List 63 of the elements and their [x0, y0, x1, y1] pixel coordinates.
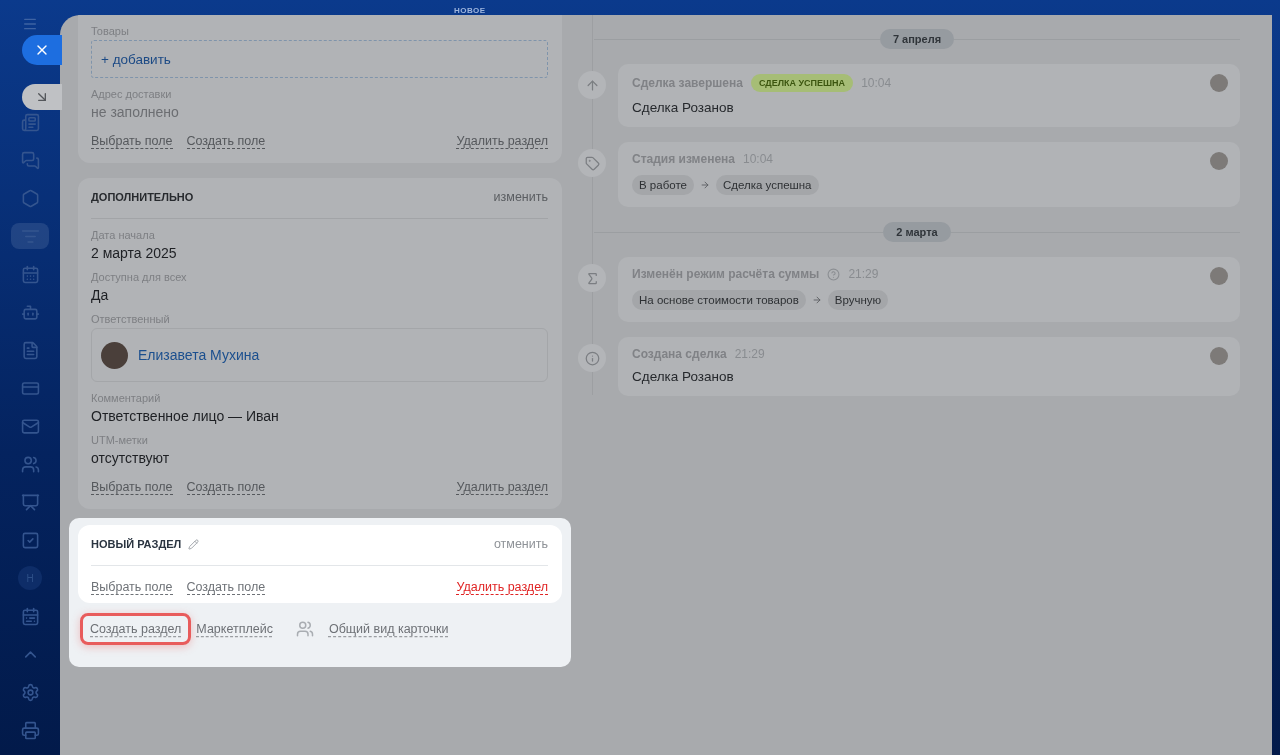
- avatar: [1210, 152, 1228, 170]
- robot-icon: [20, 302, 40, 322]
- calendar-list-icon: [20, 606, 40, 626]
- stage-chip: Сделка успешна: [715, 175, 819, 195]
- stage-chip: На основе стоимости товаров: [632, 290, 806, 310]
- field-value: отсутствуют: [91, 450, 171, 466]
- user-link[interactable]: Елизавета Мухина: [138, 347, 260, 363]
- close-button[interactable]: [22, 35, 62, 65]
- footer-link[interactable]: Маркетплейс: [196, 622, 273, 636]
- user-field[interactable]: Елизавета Мухина: [91, 328, 548, 382]
- section-title: ДОПОЛНИТЕЛЬНО: [91, 191, 194, 203]
- presentation-icon: [20, 492, 40, 512]
- delete-section-link[interactable]: Удалить раздел: [456, 480, 548, 495]
- people-icon: [20, 454, 40, 474]
- select-field-link[interactable]: Выбрать поле: [91, 580, 173, 595]
- hexagon-icon: [20, 188, 40, 208]
- calendar-icon: [20, 264, 40, 284]
- settings-icon: [20, 682, 40, 702]
- pencil-icon[interactable]: [188, 538, 200, 550]
- chat-icon: [20, 150, 40, 170]
- people-list-icon: [295, 620, 314, 638]
- select-field-link[interactable]: Выбрать поле: [91, 134, 173, 149]
- field-value: Ответственное лицо — Иван: [91, 408, 280, 424]
- field-value: не заполнено: [91, 104, 180, 120]
- add-field[interactable]: + добавить: [91, 40, 548, 78]
- select-field-link[interactable]: Выбрать поле: [91, 480, 173, 495]
- event-text: Сделка Розанов: [632, 369, 735, 384]
- tag-icon: [584, 155, 600, 171]
- section-action-link[interactable]: отменить: [493, 537, 548, 551]
- section-action-link[interactable]: изменить: [493, 190, 548, 204]
- field-value: 2 марта 2025: [91, 245, 178, 261]
- footer-link[interactable]: Создать раздел: [80, 613, 192, 645]
- create-field-link[interactable]: Создать поле: [186, 480, 266, 495]
- event-text: Сделка Розанов: [632, 100, 735, 115]
- avatar: [1210, 74, 1228, 92]
- create-field-link[interactable]: Создать поле: [186, 580, 266, 595]
- stage-chip: В работе: [632, 175, 694, 195]
- date-pill: 7 апреля: [879, 29, 955, 49]
- date-pill: 2 марта: [883, 222, 951, 242]
- top-label: НОВОЕ: [454, 6, 486, 15]
- field-value: Да: [91, 287, 110, 303]
- menu-icon[interactable]: [21, 16, 39, 32]
- footer-link[interactable]: Общий вид карточки: [328, 622, 449, 636]
- delete-section-link[interactable]: Удалить раздел: [456, 134, 548, 149]
- printer-icon: [20, 720, 40, 740]
- section-title: НОВЫЙ РАЗДЕЛ: [91, 538, 182, 550]
- arrow-right-icon: [699, 180, 710, 190]
- mail-icon: [20, 416, 40, 436]
- avatar: [101, 341, 128, 369]
- newspaper-icon: [20, 112, 40, 132]
- create-field-link[interactable]: Создать поле: [186, 134, 266, 149]
- avatar: [1210, 347, 1228, 365]
- checkbox-icon: [20, 530, 40, 550]
- info-icon: [584, 350, 600, 366]
- stage-chip: Вручную: [827, 290, 889, 310]
- arrow-right-icon: [811, 295, 822, 305]
- document-icon: [20, 340, 40, 360]
- help-icon[interactable]: [827, 267, 841, 281]
- collapse-button[interactable]: [22, 84, 62, 110]
- avatar: [1210, 267, 1228, 285]
- status-badge: СДЕЛКА УСПЕШНА: [750, 74, 854, 92]
- delete-section-link[interactable]: Удалить раздел: [456, 580, 548, 595]
- sidebar-item[interactable]: [11, 223, 49, 249]
